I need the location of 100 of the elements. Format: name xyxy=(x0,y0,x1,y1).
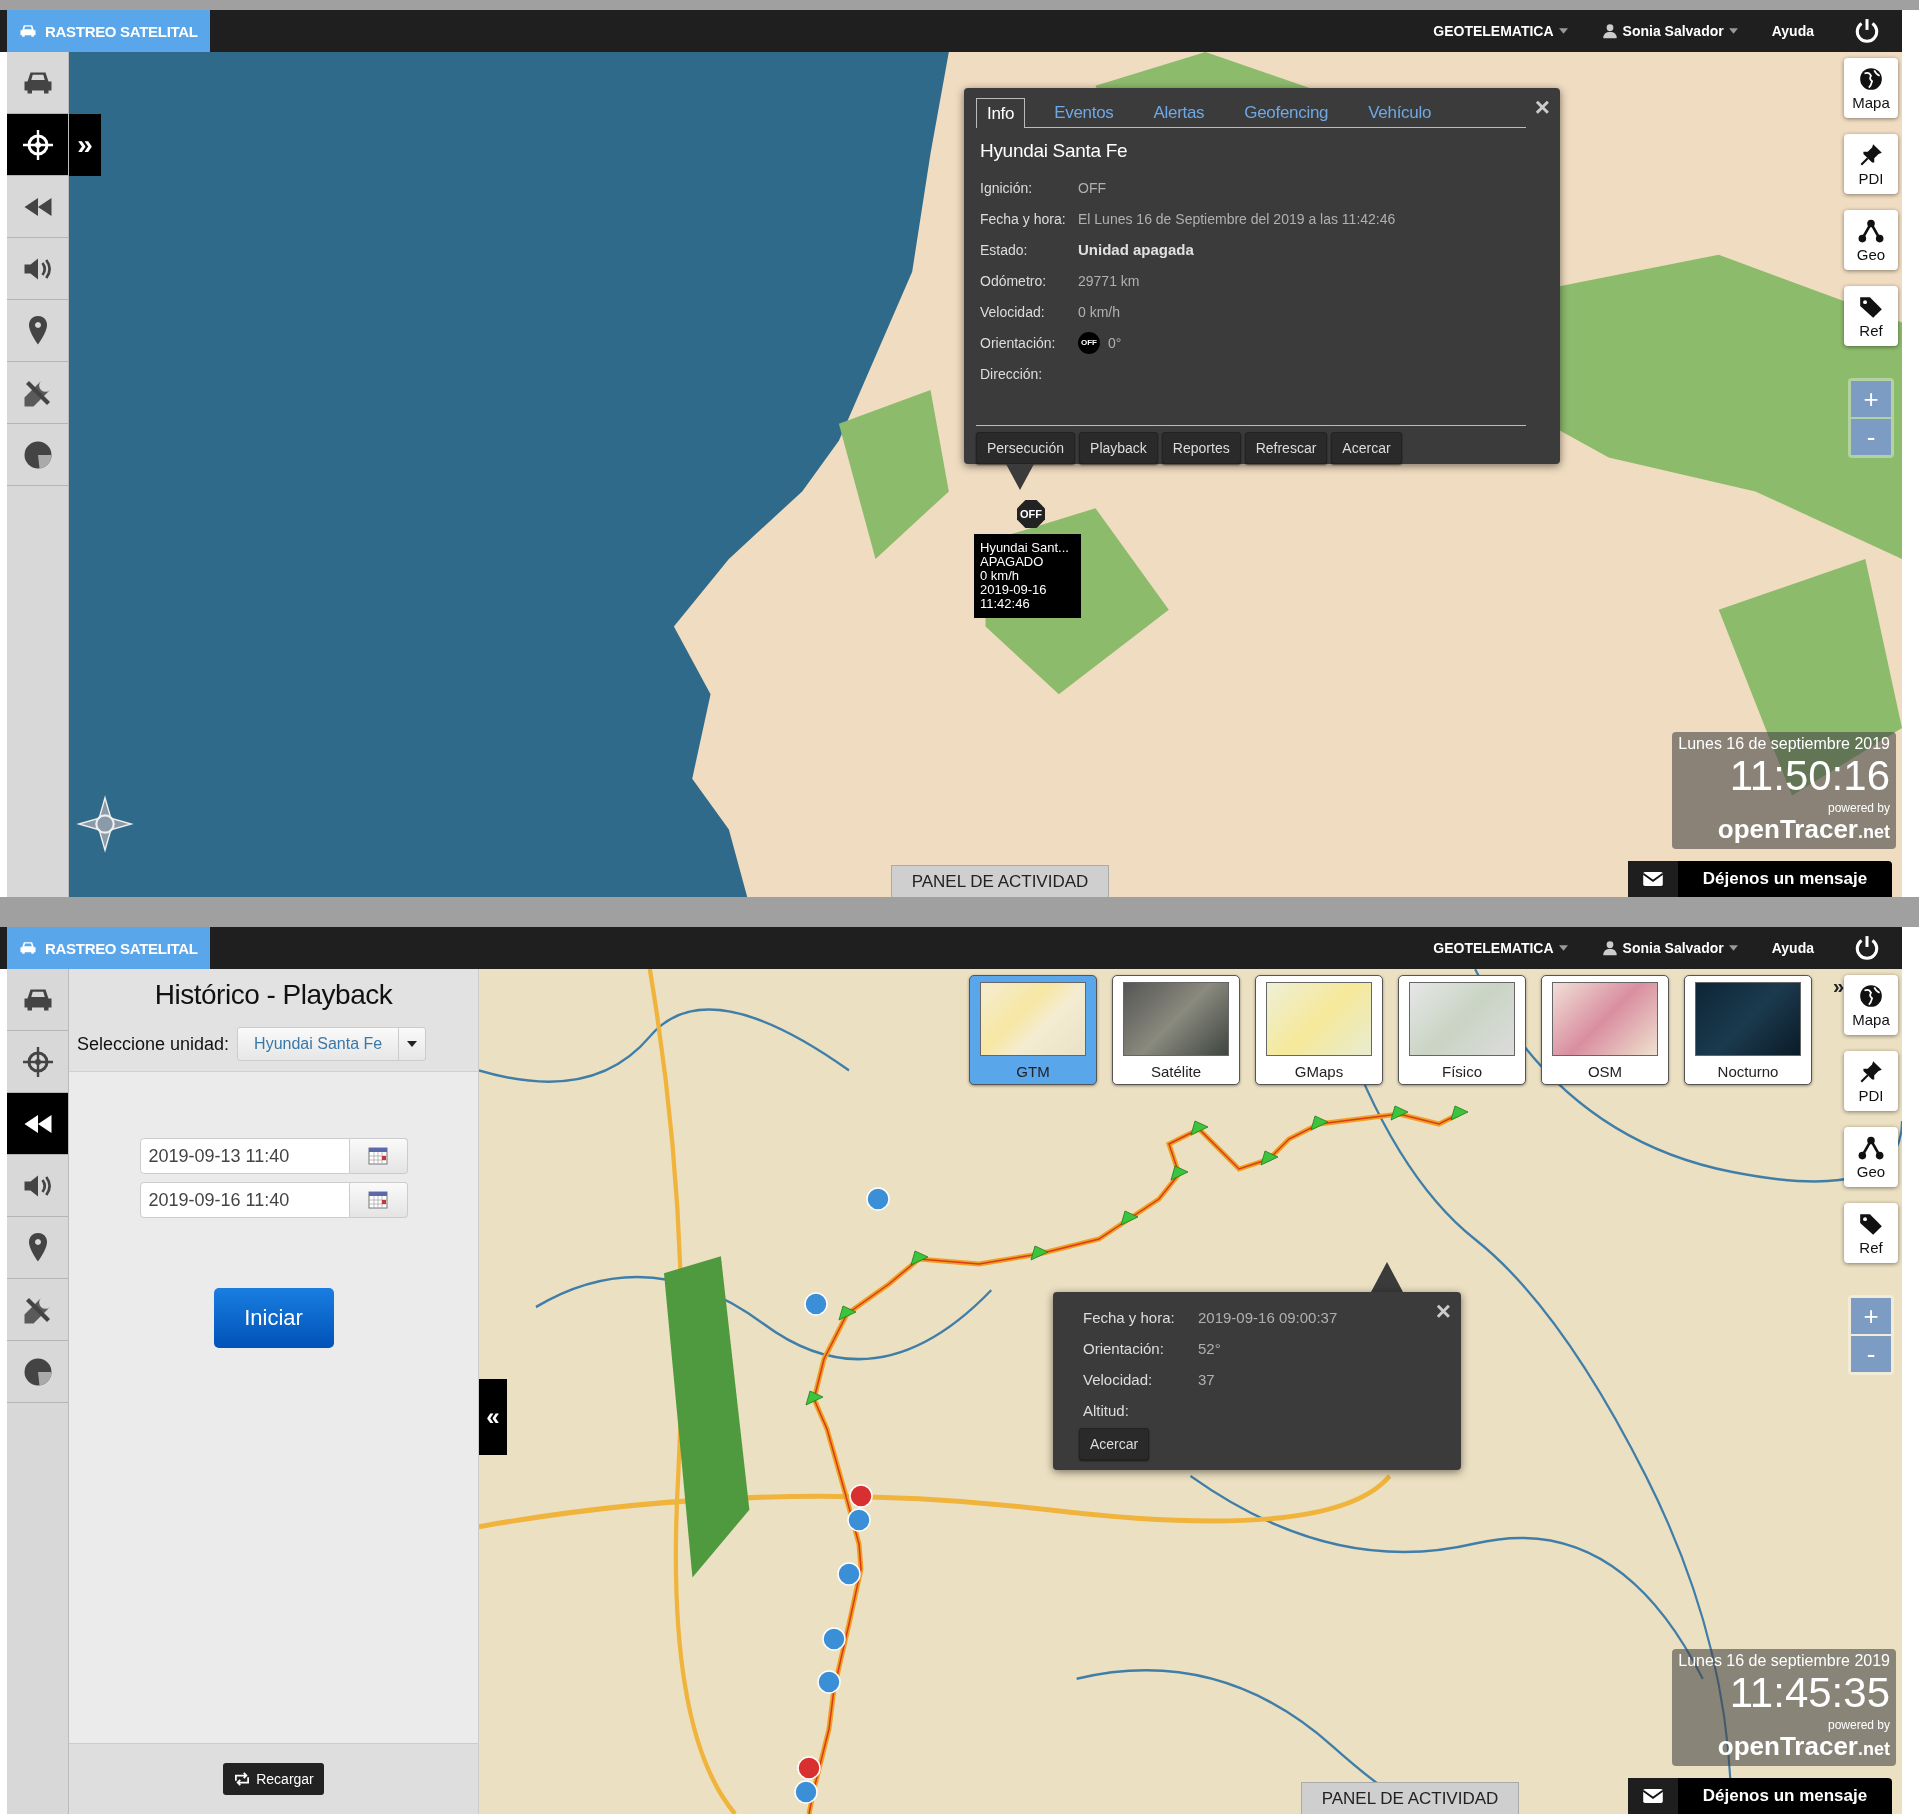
nodes-icon xyxy=(1858,1134,1884,1161)
map-control-button[interactable]: PDI xyxy=(1844,1051,1898,1111)
user-icon xyxy=(1601,940,1618,956)
map-control-button[interactable]: PDI xyxy=(1844,134,1898,194)
direction-arrow-icon[interactable] xyxy=(1190,1120,1209,1136)
panel-title: Histórico - Playback xyxy=(153,979,394,1011)
popup-tab[interactable]: Geofencing xyxy=(1233,98,1340,127)
sidebar-tab[interactable] xyxy=(7,1093,68,1155)
map-control-button[interactable]: Mapa xyxy=(1844,58,1898,118)
activity-panel-tab[interactable]: PANEL DE ACTIVIDAD xyxy=(1301,1782,1519,1814)
menu-link[interactable]: GEOTELEMATICA xyxy=(1433,940,1568,956)
pushpin-icon xyxy=(1858,1058,1884,1085)
powered-by-label: powered by xyxy=(1827,1718,1890,1732)
caret-icon xyxy=(407,1041,418,1047)
close-button[interactable]: × xyxy=(1534,94,1550,120)
stop-marker-icon[interactable] xyxy=(817,1670,841,1694)
popup-button[interactable]: Reportes xyxy=(1161,432,1241,464)
field-label: Estado: xyxy=(980,241,1029,258)
close-button[interactable]: × xyxy=(1435,1298,1451,1324)
activity-panel-tab[interactable]: PANEL DE ACTIVIDAD xyxy=(891,865,1109,897)
date-field[interactable]: 2019-09-16 11:40 xyxy=(139,1182,350,1218)
popup-tab[interactable]: Eventos xyxy=(1043,98,1125,127)
stop-marker-icon[interactable] xyxy=(822,1627,846,1651)
popup-tab[interactable]: Vehículo xyxy=(1357,98,1443,127)
stop-marker-icon[interactable] xyxy=(847,1508,871,1532)
calendar-icon xyxy=(368,1147,388,1165)
direction-arrow-icon[interactable] xyxy=(1030,1245,1049,1261)
field-label: Velocidad: xyxy=(1083,1371,1154,1388)
direction-arrow-icon[interactable] xyxy=(805,1390,824,1406)
map-control-button[interactable]: Geo xyxy=(1844,1127,1898,1187)
map-control-button[interactable]: Geo xyxy=(1844,210,1898,270)
tooltip-line: 0 km/h xyxy=(980,569,1020,583)
layer-button[interactable]: Nocturno xyxy=(1684,975,1812,1085)
field-value: 52° xyxy=(1198,1340,1221,1357)
unit-select[interactable]: Hyundai Santa Fe xyxy=(237,1027,427,1061)
layer-button[interactable]: GTM xyxy=(969,975,1097,1085)
layer-button[interactable]: GMaps xyxy=(1255,975,1383,1085)
popup-button[interactable]: Playback xyxy=(1079,432,1158,464)
message-button[interactable]: Déjenos un mensaje xyxy=(1628,861,1892,897)
direction-arrow-icon[interactable] xyxy=(838,1305,857,1321)
direction-arrow-icon[interactable] xyxy=(1450,1105,1469,1121)
popup-tab[interactable]: Info xyxy=(976,98,1026,128)
powered-by-label: powered by xyxy=(1827,801,1890,815)
unit-label: Seleccione unidad: xyxy=(77,1033,230,1055)
ignition-badge: OFF xyxy=(1078,331,1100,354)
calendar-button[interactable] xyxy=(349,1138,408,1174)
stop-marker-icon[interactable] xyxy=(794,1780,818,1804)
popup-button[interactable]: Acercar xyxy=(1331,432,1402,464)
more-layers-button[interactable]: » xyxy=(1827,975,1845,998)
menu-link[interactable]: Sonia Salvador xyxy=(1601,23,1738,39)
menu-link[interactable]: Sonia Salvador xyxy=(1601,940,1738,956)
sidebar-tab[interactable] xyxy=(7,114,68,176)
field-label: Orientación: xyxy=(1083,1340,1165,1357)
tooltip-line: 11:42:46 xyxy=(980,597,1031,611)
menu-link[interactable]: GEOTELEMATICA xyxy=(1433,23,1568,39)
expand-button[interactable]: » xyxy=(69,114,101,176)
date-field[interactable]: 2019-09-13 11:40 xyxy=(139,1138,350,1174)
clock-time: 11:45:35 xyxy=(1729,1670,1890,1716)
field-value: 29771 km xyxy=(1078,272,1140,289)
popup-button[interactable]: Acercar xyxy=(1079,1428,1150,1460)
direction-arrow-icon[interactable] xyxy=(1120,1210,1139,1226)
direction-arrow-icon[interactable] xyxy=(1390,1105,1409,1121)
field-value: 0° xyxy=(1108,334,1122,351)
stop-marker-icon[interactable] xyxy=(797,1756,821,1780)
popup-button[interactable]: Persecución xyxy=(976,432,1076,464)
power-icon[interactable] xyxy=(1854,18,1880,44)
clock-date: Lunes 16 de septiembre 2019 xyxy=(1678,1652,1890,1670)
field-label: Ignición: xyxy=(980,179,1034,196)
power-icon[interactable] xyxy=(1854,935,1880,961)
nodes-icon xyxy=(1858,217,1884,244)
layer-button[interactable]: Satélite xyxy=(1112,975,1240,1085)
menu-link[interactable]: Ayuda xyxy=(1771,23,1814,39)
layer-button[interactable]: OSM xyxy=(1541,975,1669,1085)
direction-arrow-icon[interactable] xyxy=(910,1250,929,1266)
stop-marker-icon[interactable] xyxy=(837,1562,861,1586)
direction-arrow-icon[interactable] xyxy=(1260,1150,1279,1166)
field-label: Orientación: xyxy=(980,334,1057,351)
globe-icon xyxy=(1858,65,1884,92)
message-button[interactable]: Déjenos un mensaje xyxy=(1628,1778,1892,1814)
map-control-button[interactable]: Ref xyxy=(1844,286,1898,346)
direction-arrow-icon[interactable] xyxy=(1310,1115,1329,1131)
popup-button[interactable]: Refrescar xyxy=(1244,432,1328,464)
direction-arrow-icon[interactable] xyxy=(1170,1165,1189,1181)
map-control-button[interactable]: Mapa xyxy=(1844,975,1898,1035)
stop-marker-icon[interactable] xyxy=(849,1484,873,1508)
start-button[interactable]: Iniciar xyxy=(213,1288,334,1348)
stop-marker-icon[interactable] xyxy=(866,1187,890,1211)
envelope-icon xyxy=(1642,871,1664,887)
layer-button[interactable]: Físico xyxy=(1398,975,1526,1085)
collapse-button[interactable]: « xyxy=(479,1379,507,1455)
field-label: Dirección: xyxy=(980,365,1044,382)
stop-marker-icon[interactable] xyxy=(804,1292,828,1316)
map-control-button[interactable]: Ref xyxy=(1844,1203,1898,1263)
menu-link[interactable]: Ayuda xyxy=(1771,940,1814,956)
field-value: 2019-09-16 09:00:37 xyxy=(1198,1309,1338,1326)
reload-button[interactable]: Recargar xyxy=(223,1763,324,1795)
calendar-button[interactable] xyxy=(349,1182,408,1218)
popup-tab[interactable]: Alertas xyxy=(1142,98,1216,127)
tooltip-line: 2019-09-16 xyxy=(980,583,1048,597)
field-value: 0 km/h xyxy=(1078,303,1120,320)
